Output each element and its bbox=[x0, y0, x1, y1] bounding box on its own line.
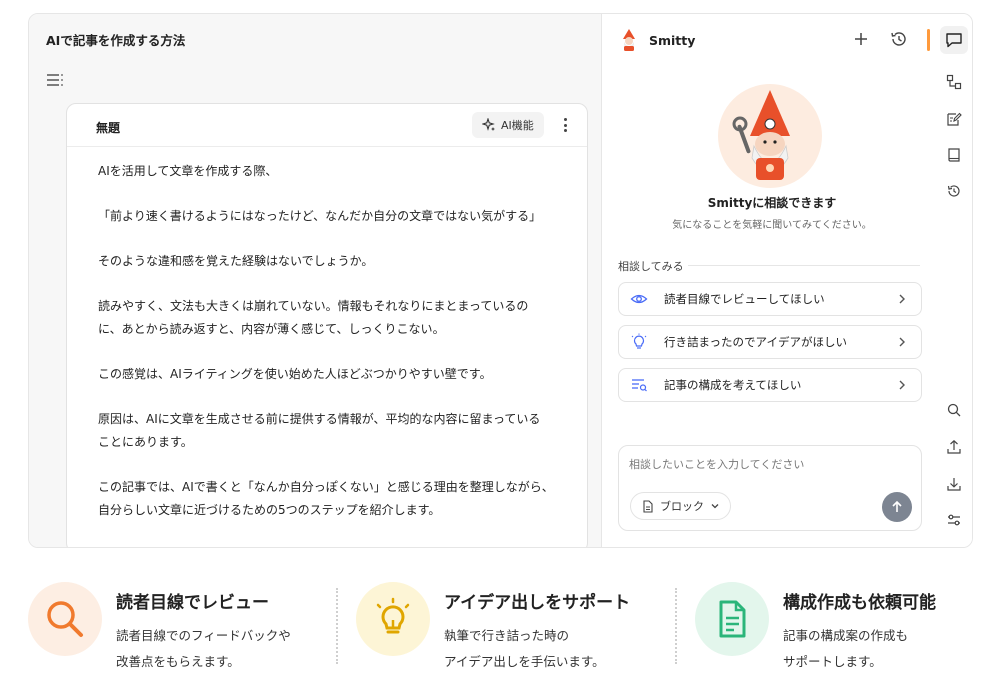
app-window: AIで記事を作成する方法 無題 AI機能 AIを活用して文章を作成する際、 「前… bbox=[28, 13, 973, 548]
ai-features-button[interactable]: AI機能 bbox=[472, 112, 544, 138]
chat-input[interactable] bbox=[629, 456, 909, 480]
suggestions-label: 相談してみる bbox=[618, 260, 684, 273]
smitty-logo-icon bbox=[618, 28, 640, 52]
chat-history-icon[interactable] bbox=[888, 28, 910, 50]
feature-divider bbox=[675, 588, 677, 664]
document-icon bbox=[643, 499, 653, 513]
assistant-pane: Smitty Smittyに相談できます 気になることを気軽に聞いてみてください… bbox=[601, 14, 972, 547]
feature-title: 構成作成も依頼可能 bbox=[783, 593, 936, 613]
paragraph: 原因は、AIに文章を生成させる前に提供する情報が、平均的な内容に留まっている こ… bbox=[98, 412, 541, 449]
smitty-avatar bbox=[718, 84, 822, 188]
tool-rail bbox=[932, 14, 972, 547]
chevron-down-icon bbox=[711, 504, 719, 509]
editor-pane: AIで記事を作成する方法 無題 AI機能 AIを活用して文章を作成する際、 「前… bbox=[29, 14, 601, 547]
suggestion-label: 行き詰まったのでアイデアがほしい bbox=[664, 335, 847, 349]
suggestion-review[interactable]: 読者目線でレビューしてほしい bbox=[618, 282, 922, 316]
chat-icon[interactable] bbox=[940, 26, 968, 54]
search-icon[interactable] bbox=[940, 396, 968, 424]
chevron-right-icon bbox=[899, 294, 905, 304]
paragraph: この記事では、AIで書くと「なんか自分っぽくない」と感じる理由を整理しながら、 … bbox=[98, 480, 554, 517]
suggestion-label: 記事の構成を考えてほしい bbox=[664, 378, 802, 392]
edit-note-icon[interactable] bbox=[940, 105, 968, 133]
editor-card: 無題 AI機能 AIを活用して文章を作成する際、 「前より速く書けるようにはなっ… bbox=[66, 103, 588, 547]
feature-description: 記事の構成案の作成も サポートします。 bbox=[783, 628, 909, 669]
download-icon[interactable] bbox=[940, 470, 968, 498]
card-title[interactable]: 無題 bbox=[96, 119, 120, 136]
book-icon[interactable] bbox=[940, 141, 968, 169]
search-icon bbox=[47, 601, 83, 637]
paragraph: そのような違和感を覚えた経験はないでしょうか。 bbox=[98, 254, 374, 268]
active-indicator bbox=[927, 29, 930, 51]
lightbulb-icon bbox=[376, 597, 410, 634]
eye-icon bbox=[630, 290, 648, 308]
paragraph: 「前より速く書けるようにはなったけど、なんだか自分の文章ではない気がする」 bbox=[98, 209, 542, 223]
paragraph: AIを活用して文章を作成する際、 bbox=[98, 164, 278, 178]
lightbulb-icon bbox=[630, 333, 648, 351]
sparkle-icon bbox=[482, 118, 495, 131]
new-chat-icon[interactable] bbox=[850, 28, 872, 50]
document-title: AIで記事を作成する方法 bbox=[46, 33, 186, 48]
feature-icon-circle bbox=[356, 582, 430, 656]
suggestions-divider bbox=[688, 265, 920, 266]
suggestion-label: 読者目線でレビューしてほしい bbox=[664, 292, 825, 306]
suggestion-ideas[interactable]: 行き詰まったのでアイデアがほしい bbox=[618, 325, 922, 359]
settings-sliders-icon[interactable] bbox=[940, 506, 968, 534]
feature-title: 読者目線でレビュー bbox=[116, 593, 269, 613]
chevron-right-icon bbox=[899, 380, 905, 390]
feature-divider bbox=[336, 588, 338, 664]
feature-title: アイデア出しをサポート bbox=[444, 593, 631, 613]
outline-toggle-icon[interactable] bbox=[46, 72, 64, 88]
hero-subtitle: 気になることを気軽に聞いてみてください。 bbox=[672, 220, 872, 231]
upload-icon[interactable] bbox=[940, 433, 968, 461]
feature-description: 読者目線でのフィードバックや 改善点をもらえます。 bbox=[116, 628, 291, 669]
outline-icon bbox=[630, 376, 648, 394]
ai-features-label: AI機能 bbox=[501, 119, 534, 132]
feature-description: 執筆で行き詰った時の アイデア出しを手伝います。 bbox=[444, 628, 605, 669]
chevron-right-icon bbox=[899, 337, 905, 347]
feature-icon-circle bbox=[28, 582, 102, 656]
paragraph: この感覚は、AIライティングを使い始めた人ほどぶつかりやすい壁です。 bbox=[98, 367, 492, 381]
assistant-name: Smitty bbox=[649, 33, 696, 48]
feature-icon-circle bbox=[695, 582, 769, 656]
paragraph: 読みやすく、文法も大きくは崩れていない。情報もそれなりにまとまっているの に、あ… bbox=[98, 299, 529, 336]
editor-card-header: 無題 AI機能 bbox=[67, 104, 587, 147]
editor-body[interactable]: AIを活用して文章を作成する際、 「前より速く書けるようにはなったけど、なんだか… bbox=[98, 160, 564, 544]
block-selector-label: ブロック bbox=[660, 500, 704, 513]
send-button[interactable] bbox=[882, 492, 912, 522]
structure-icon[interactable] bbox=[940, 68, 968, 96]
history-icon[interactable] bbox=[940, 177, 968, 205]
hero-title: Smittyに相談できます bbox=[707, 196, 837, 210]
arrow-up-icon bbox=[892, 500, 902, 512]
chat-composer: ブロック bbox=[618, 445, 922, 531]
suggestion-outline[interactable]: 記事の構成を考えてほしい bbox=[618, 368, 922, 402]
block-selector[interactable]: ブロック bbox=[630, 492, 731, 520]
document-icon bbox=[719, 600, 746, 638]
more-options-icon[interactable] bbox=[555, 115, 575, 135]
